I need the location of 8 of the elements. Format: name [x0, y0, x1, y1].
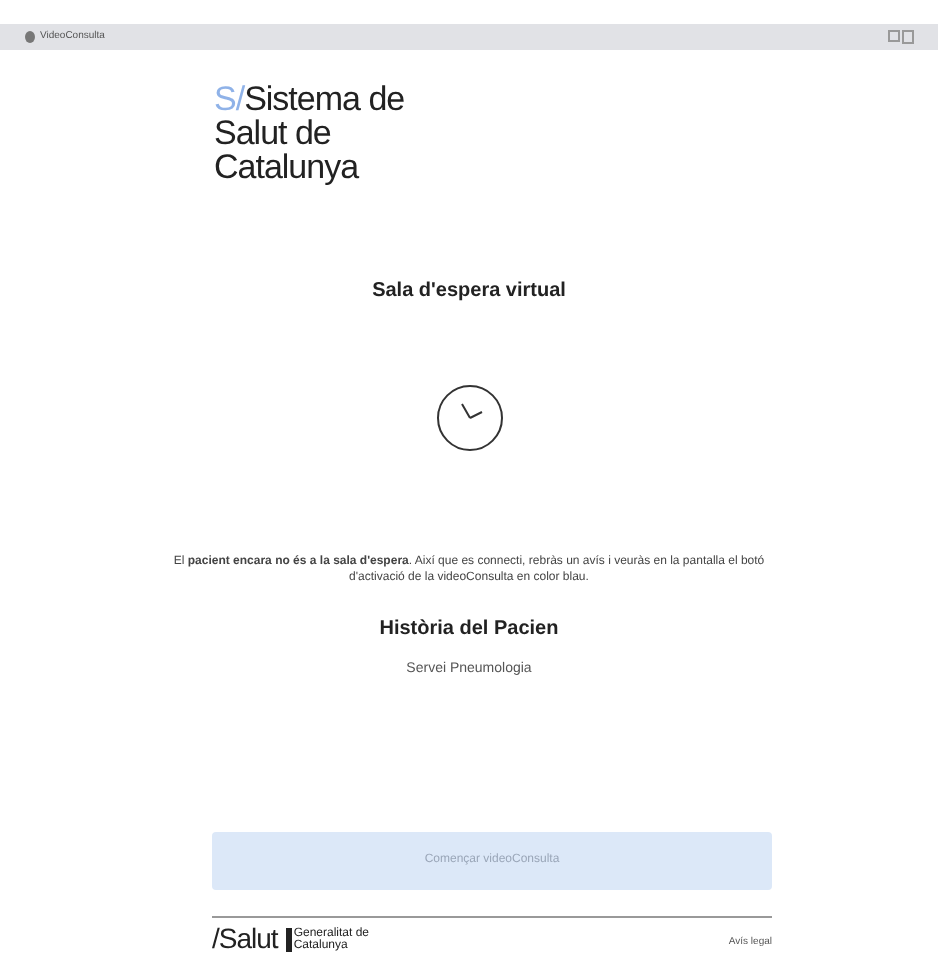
minimize-button[interactable] — [888, 30, 900, 42]
section-title: Història del Pacien — [379, 616, 559, 644]
footer-logo: /Salut — [212, 923, 278, 951]
page-heading: Sala d'espera virtual — [372, 278, 566, 306]
clock-icon — [433, 382, 505, 454]
restore-button[interactable] — [902, 30, 914, 44]
app-icon — [24, 30, 36, 44]
logo: S/Sistema de Salut de Catalunya — [214, 82, 407, 184]
